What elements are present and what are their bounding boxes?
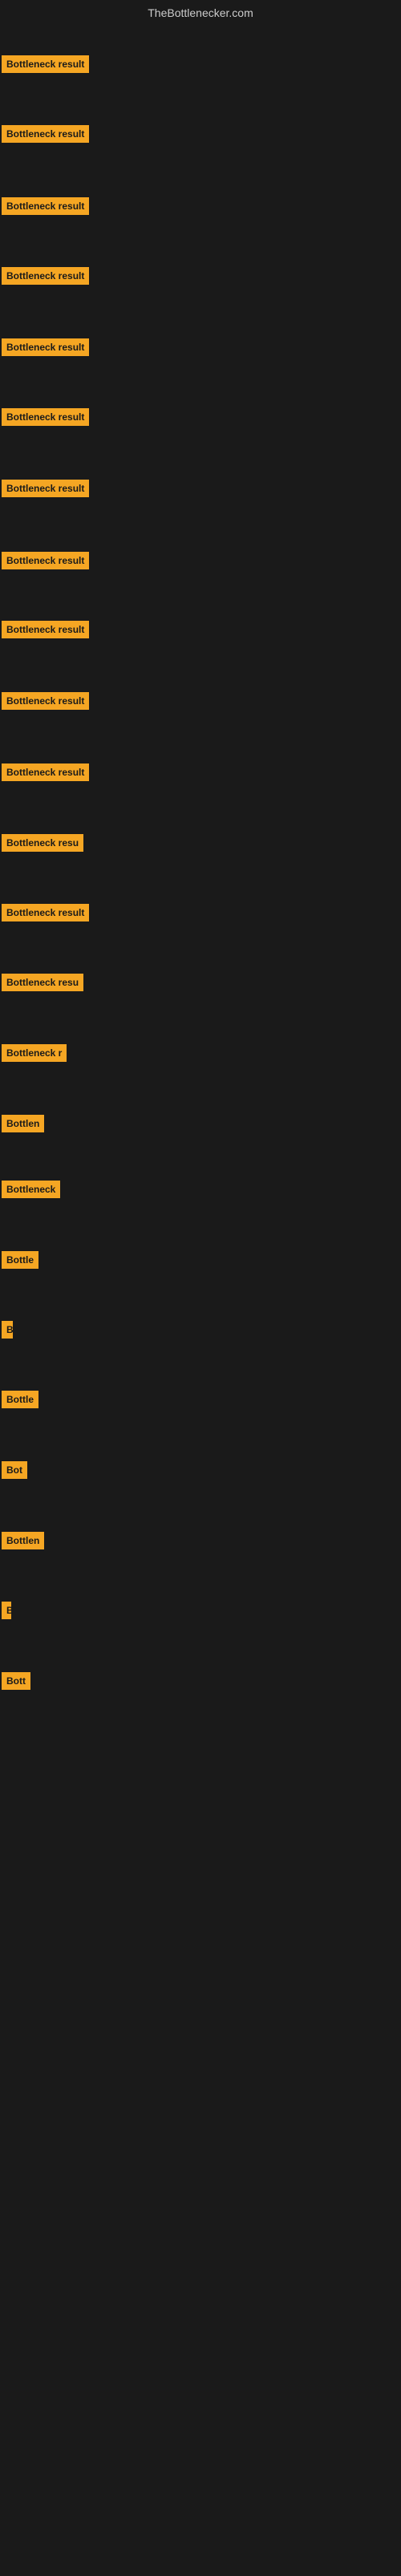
result-row-12: Bottleneck resu xyxy=(2,834,83,856)
bottleneck-badge-15: Bottleneck r xyxy=(2,1044,67,1062)
result-row-10: Bottleneck result xyxy=(2,692,89,714)
result-row-14: Bottleneck resu xyxy=(2,974,83,995)
bottleneck-badge-13: Bottleneck result xyxy=(2,904,89,921)
result-row-11: Bottleneck result xyxy=(2,763,89,785)
bottleneck-badge-5: Bottleneck result xyxy=(2,338,89,356)
bottleneck-badge-2: Bottleneck result xyxy=(2,125,89,143)
result-row-9: Bottleneck result xyxy=(2,621,89,642)
result-row-19: B xyxy=(2,1321,13,1343)
bottleneck-badge-8: Bottleneck result xyxy=(2,552,89,569)
bottleneck-badge-19: B xyxy=(2,1321,13,1339)
bottleneck-badge-11: Bottleneck result xyxy=(2,763,89,781)
result-row-23: B xyxy=(2,1602,11,1623)
result-row-17: Bottleneck xyxy=(2,1181,60,1202)
bottleneck-badge-20: Bottle xyxy=(2,1391,38,1408)
result-row-5: Bottleneck result xyxy=(2,338,89,360)
bottleneck-badge-17: Bottleneck xyxy=(2,1181,60,1198)
result-row-16: Bottlen xyxy=(2,1115,44,1136)
bottleneck-badge-9: Bottleneck result xyxy=(2,621,89,638)
result-row-20: Bottle xyxy=(2,1391,38,1412)
bottleneck-badge-23: B xyxy=(2,1602,11,1619)
result-row-1: Bottleneck result xyxy=(2,55,89,77)
bottleneck-badge-4: Bottleneck result xyxy=(2,267,89,285)
result-row-13: Bottleneck result xyxy=(2,904,89,925)
result-row-2: Bottleneck result xyxy=(2,125,89,147)
bottleneck-badge-3: Bottleneck result xyxy=(2,197,89,215)
result-row-8: Bottleneck result xyxy=(2,552,89,573)
result-row-4: Bottleneck result xyxy=(2,267,89,289)
bottleneck-badge-21: Bot xyxy=(2,1461,27,1479)
result-row-15: Bottleneck r xyxy=(2,1044,67,1066)
bottleneck-badge-16: Bottlen xyxy=(2,1115,44,1132)
result-row-6: Bottleneck result xyxy=(2,408,89,430)
result-row-3: Bottleneck result xyxy=(2,197,89,219)
result-row-21: Bot xyxy=(2,1461,27,1483)
bottleneck-badge-24: Bott xyxy=(2,1672,30,1690)
result-row-22: Bottlen xyxy=(2,1532,44,1553)
bottleneck-badge-1: Bottleneck result xyxy=(2,55,89,73)
bottleneck-badge-18: Bottle xyxy=(2,1251,38,1269)
bottleneck-badge-22: Bottlen xyxy=(2,1532,44,1549)
result-row-18: Bottle xyxy=(2,1251,38,1273)
bottleneck-badge-14: Bottleneck resu xyxy=(2,974,83,991)
result-row-24: Bott xyxy=(2,1672,30,1694)
result-row-7: Bottleneck result xyxy=(2,480,89,501)
bottleneck-badge-7: Bottleneck result xyxy=(2,480,89,497)
bottleneck-badge-6: Bottleneck result xyxy=(2,408,89,426)
bottleneck-badge-10: Bottleneck result xyxy=(2,692,89,710)
site-title: TheBottlenecker.com xyxy=(0,0,401,26)
bottleneck-badge-12: Bottleneck resu xyxy=(2,834,83,852)
